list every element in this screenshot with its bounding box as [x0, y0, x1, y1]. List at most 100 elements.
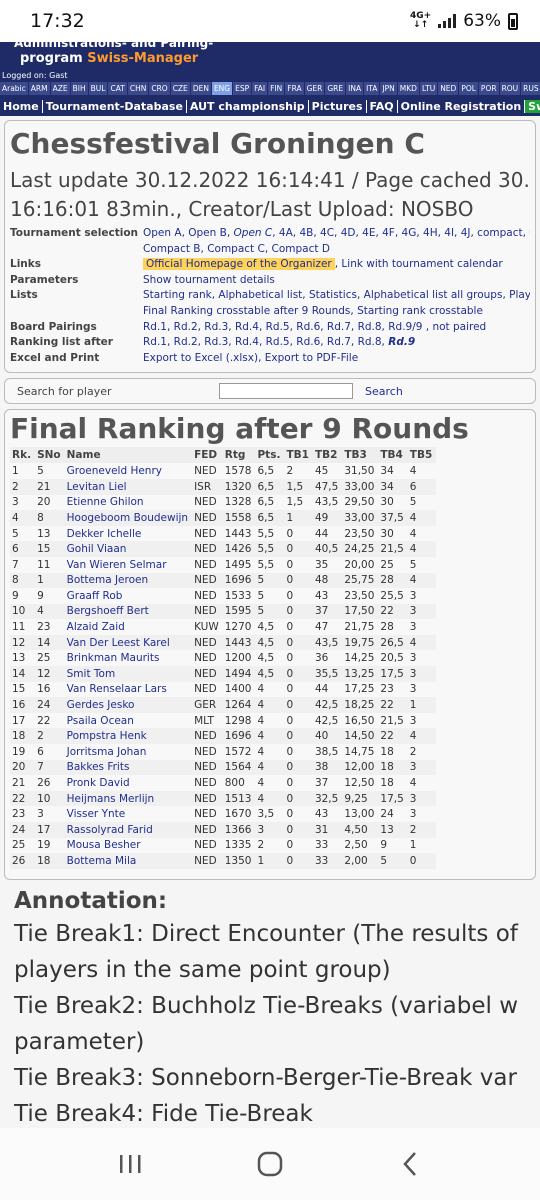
language-14[interactable]: FRA: [285, 82, 304, 95]
player-name-link[interactable]: Smit Tom: [64, 666, 193, 682]
player-name-link[interactable]: Gerdes Jesko: [64, 697, 193, 713]
language-24[interactable]: POR: [478, 82, 499, 95]
player-name-link[interactable]: Rassolyrad Farid: [64, 822, 193, 838]
nav-item-6[interactable]: Swiss-Manager: [525, 100, 540, 113]
nav-item-2[interactable]: AUT championship: [187, 100, 309, 113]
ranking-current-round[interactable]: Rd.9: [388, 336, 415, 348]
organizer-homepage-link[interactable]: Official Homepage of the Organizer: [143, 258, 335, 271]
player-name-link[interactable]: Alzaid Zaid: [65, 619, 192, 635]
language-3[interactable]: BIH: [70, 82, 88, 95]
player-name-link[interactable]: Visser Ynte: [65, 806, 192, 822]
player-name-link[interactable]: Bakkes Frits: [64, 759, 193, 776]
table-cell: 43: [314, 589, 329, 602]
lists-line2[interactable]: Final Ranking crosstable after 9 Rounds,…: [143, 304, 530, 320]
table-cell: 0: [284, 603, 313, 620]
player-name-link[interactable]: Groeneveld Henry: [65, 463, 192, 479]
table-cell: 1443: [224, 527, 252, 540]
player-name-link[interactable]: Graaff Rob: [65, 588, 192, 604]
calendar-link[interactable]: , Link with tournament calendar: [335, 258, 503, 270]
home-icon[interactable]: [250, 1144, 290, 1184]
language-10[interactable]: ENG: [211, 82, 233, 95]
language-2[interactable]: AZE: [50, 82, 70, 95]
player-name-link[interactable]: Pronk David: [65, 775, 192, 791]
language-23[interactable]: POL: [459, 82, 478, 95]
language-5[interactable]: CAT: [108, 82, 127, 95]
table-cell: 12: [10, 634, 36, 651]
player-name-link[interactable]: Heijmans Merlijn: [64, 790, 193, 807]
tournament-selection-links[interactable]: Open A, Open B, Open C, 4A, 4B, 4C, 4D, …: [143, 226, 530, 242]
board-pairings-links[interactable]: Rd.1, Rd.2, Rd.3, Rd.4, Rd.5, Rd.6, Rd.7…: [143, 320, 530, 336]
player-name-link[interactable]: Mousa Besher: [65, 838, 192, 854]
export-links[interactable]: Export to Excel (.xlsx), Export to PDF-F…: [143, 351, 530, 367]
language-9[interactable]: DEN: [190, 82, 211, 95]
table-row: 1 5 Groeneveld Henry NED 1578 6,5 2 45 31,50 34 4: [10, 463, 436, 479]
player-name-link[interactable]: Gohil Viaan: [64, 541, 193, 557]
player-name-link[interactable]: Bergshoeff Bert: [64, 603, 193, 620]
nav-item-3[interactable]: Pictures: [309, 100, 367, 113]
table-cell: 24: [380, 808, 394, 821]
language-19[interactable]: JPN: [380, 82, 397, 95]
tournament-details-link[interactable]: Show tournament details: [143, 273, 530, 289]
table-cell: 1328: [224, 496, 252, 509]
language-13[interactable]: FIN: [268, 82, 285, 95]
player-name-link[interactable]: Jorritsma Johan: [65, 744, 192, 760]
language-1[interactable]: ARM: [28, 82, 50, 95]
language-17[interactable]: INA: [346, 82, 364, 95]
table-cell: 1,5: [284, 478, 313, 495]
table-cell: 4: [255, 759, 285, 776]
player-name-link[interactable]: Van Wieren Selmar: [65, 557, 192, 573]
table-cell: 33,00: [342, 510, 379, 526]
back-icon[interactable]: [390, 1144, 430, 1184]
language-11[interactable]: ESP: [233, 82, 252, 95]
selection-line1-rest[interactable]: , 4A, 4B, 4C, 4D, 4E, 4F, 4G, 4H, 4I, 4J…: [272, 227, 530, 239]
language-8[interactable]: CZE: [170, 82, 190, 95]
language-25[interactable]: ROU: [499, 82, 521, 95]
ranking-rounds[interactable]: Rd.1, Rd.2, Rd.3, Rd.4, Rd.5, Rd.6, Rd.7…: [143, 336, 388, 348]
table-cell: 2: [10, 478, 36, 495]
table-cell: 4,5: [255, 634, 285, 651]
language-22[interactable]: NED: [438, 82, 459, 95]
nav-item-5[interactable]: Online Registration: [398, 100, 526, 113]
recent-apps-icon[interactable]: [110, 1144, 150, 1184]
table-cell: 0: [286, 589, 294, 602]
tournament-info-box: Chessfestival Groningen C Last update 30…: [4, 120, 536, 374]
search-button[interactable]: Search: [365, 385, 403, 398]
player-name-link[interactable]: Pompstra Henk: [64, 728, 193, 745]
language-12[interactable]: FAI: [252, 82, 268, 95]
player-name-link[interactable]: Bottema Mila: [64, 853, 193, 869]
selection-current[interactable]: Open C: [234, 227, 273, 239]
nav-item-1[interactable]: Tournament-Database: [43, 100, 187, 113]
nav-item-4[interactable]: FAQ: [367, 100, 398, 113]
selection-line2[interactable]: Compact B, Compact C, Compact D: [143, 242, 530, 258]
player-name-link[interactable]: Psaila Ocean: [65, 713, 192, 729]
page-title: Chessfestival Groningen C: [10, 127, 425, 160]
player-name-link[interactable]: Brinkman Maurits: [65, 650, 192, 666]
table-cell: 1400: [224, 683, 252, 696]
language-7[interactable]: CRO: [149, 82, 170, 95]
player-name-link[interactable]: Bottema Jeroen: [64, 572, 193, 589]
language-26[interactable]: RUS: [521, 82, 540, 95]
search-input[interactable]: [219, 383, 353, 400]
table-cell: 4,5: [257, 621, 275, 634]
language-20[interactable]: MKD: [397, 82, 419, 95]
table-cell: 18: [10, 728, 36, 745]
selection-line1[interactable]: Open A, Open B,: [143, 227, 234, 239]
language-15[interactable]: GER: [304, 82, 325, 95]
player-name-link[interactable]: Van Der Leest Karel: [64, 634, 193, 651]
player-name-link[interactable]: Van Renselaar Lars: [65, 682, 192, 698]
player-name-link[interactable]: Levitan Liel: [64, 478, 193, 495]
table-cell: 9: [380, 839, 388, 852]
language-18[interactable]: ITA: [364, 82, 380, 95]
player-name-link[interactable]: Hoogeboom Boudewijn: [64, 510, 193, 526]
nav-item-0[interactable]: Home: [0, 100, 43, 113]
language-16[interactable]: GRE: [325, 82, 346, 95]
player-name-link[interactable]: Dekker Ichelle: [65, 526, 192, 542]
player-name-link[interactable]: Etienne Ghilon: [65, 495, 192, 511]
lists-line1[interactable]: Starting rank, Alphabetical list, Statis…: [143, 288, 530, 304]
ranking-round-links[interactable]: Rd.1, Rd.2, Rd.3, Rd.4, Rd.5, Rd.6, Rd.7…: [143, 335, 530, 351]
language-0[interactable]: Arabic: [0, 82, 28, 95]
language-6[interactable]: CHN: [127, 82, 149, 95]
language-21[interactable]: LTU: [419, 82, 438, 95]
table-row: 15 16 Van Renselaar Lars NED 1400 4 0 44 17,25 23…: [10, 682, 436, 698]
language-4[interactable]: BUL: [88, 82, 108, 95]
